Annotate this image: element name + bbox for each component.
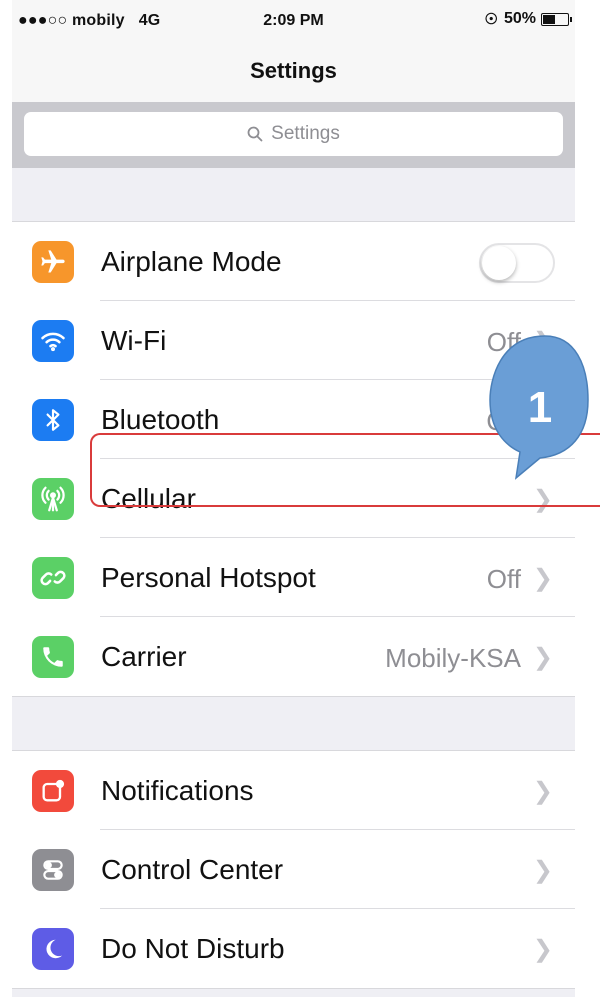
notifications-icon [32, 770, 74, 812]
wifi-icon [32, 320, 74, 362]
settings-row-personal-hotspot[interactable]: Personal Hotspot Off ❯ [12, 538, 575, 617]
search-input[interactable]: Settings [24, 112, 563, 156]
row-label: Bluetooth [101, 404, 220, 435]
toggle-knob [482, 246, 516, 280]
settings-row-notifications[interactable]: Notifications ❯ [12, 751, 575, 830]
status-bar: ●●●○○ mobily 4G 2:09 PM ☉ 50% [12, 0, 575, 40]
navigation-bar: Settings [12, 40, 575, 102]
cellular-icon [32, 478, 74, 520]
row-value: Off [486, 564, 521, 594]
chevron-right-icon: ❯ [532, 857, 553, 884]
chevron-right-icon: ❯ [532, 565, 553, 592]
cellular-highlight-box [90, 433, 600, 507]
row-label: Airplane Mode [101, 246, 282, 277]
settings-row-do-not-disturb[interactable]: Do Not Disturb ❯ [12, 909, 575, 988]
rotation-lock-icon: ☉ [484, 11, 498, 28]
search-bar-container: Settings [12, 102, 575, 168]
settings-row-airplane-mode[interactable]: Airplane Mode [12, 222, 575, 301]
chevron-right-icon: ❯ [532, 644, 553, 671]
settings-row-carrier[interactable]: Carrier Mobily-KSA ❯ [12, 617, 575, 696]
row-label: Wi-Fi [101, 325, 167, 356]
hotspot-icon [32, 557, 74, 599]
page-title: Settings [250, 58, 337, 83]
row-label: Personal Hotspot [101, 562, 316, 593]
row-value: Mobily-KSA [385, 643, 521, 673]
row-label: Do Not Disturb [101, 933, 285, 964]
notifications-group: Notifications ❯ Control Center ❯ Do Not … [12, 750, 575, 989]
row-label: Carrier [101, 641, 187, 672]
settings-row-control-center[interactable]: Control Center ❯ [12, 830, 575, 909]
battery-icon [541, 12, 572, 26]
row-value: Off [486, 327, 521, 357]
phone-icon [32, 636, 74, 678]
status-right: ☉ 50% [484, 10, 572, 28]
row-label: Notifications [101, 775, 254, 806]
moon-icon [32, 928, 74, 970]
settings-row-wifi[interactable]: Wi-Fi Off ❯ [12, 301, 575, 380]
chevron-right-icon: ❯ [532, 936, 553, 963]
chevron-right-icon: ❯ [532, 328, 553, 355]
chevron-right-icon: ❯ [532, 407, 553, 434]
airplane-icon [32, 241, 74, 283]
airplane-mode-toggle[interactable] [479, 243, 555, 283]
chevron-right-icon: ❯ [532, 778, 553, 805]
row-label: Control Center [101, 854, 284, 885]
control-center-icon [32, 849, 74, 891]
bluetooth-icon [32, 399, 74, 441]
search-icon [247, 126, 263, 142]
battery-percent: 50% [503, 10, 536, 27]
search-placeholder: Settings [271, 123, 340, 144]
